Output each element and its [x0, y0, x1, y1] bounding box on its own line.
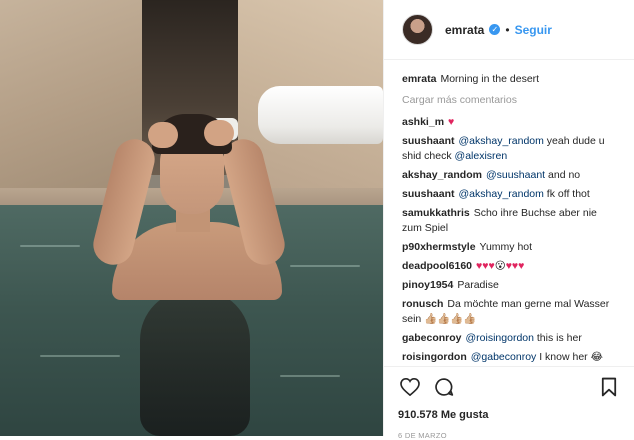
post-caption: emrata Morning in the desert [402, 72, 617, 87]
post-photo[interactable] [0, 0, 383, 436]
comment-text: Yummy hot [479, 241, 533, 253]
comment-username[interactable]: deadpool6160 [402, 260, 472, 272]
comment-text: 😮 [494, 260, 506, 272]
comment-text: and no [545, 169, 581, 181]
comment-container: ashki_m ♥ suushaant @akshay_random yeah dud… [402, 115, 617, 365]
comment-row: roisingordon @gabeconroy I know her 😂 [402, 350, 617, 365]
comment-mention-link[interactable]: @akshay_random [459, 135, 544, 147]
load-more-comments-button[interactable]: Cargar más comentarios [402, 93, 617, 108]
comment-username[interactable]: suushaant [402, 135, 455, 147]
photo-hand-left [148, 122, 178, 148]
comment-heart-emoji: ♥♥♥ [505, 260, 525, 272]
comment-button[interactable] [432, 375, 456, 399]
comment-username[interactable]: roisingordon [402, 351, 467, 363]
comment-row: deadpool6160 ♥♥♥😮♥♥♥ [402, 259, 617, 274]
comment-heart-emoji: ♥ [448, 116, 455, 128]
photo-ripple [280, 375, 340, 377]
comment-text: Paradise [457, 279, 499, 291]
action-icons-row [398, 375, 621, 399]
photo-ripple [20, 245, 80, 247]
comment-username[interactable]: gabeconroy [402, 332, 462, 344]
like-button[interactable] [398, 375, 422, 399]
caption-text: Morning in the desert [440, 73, 540, 85]
comment-mention-link[interactable]: @roisingordon [466, 332, 534, 344]
comment-mention-link[interactable]: @alexisren [455, 150, 508, 162]
comment-username[interactable]: p90xhermstyle [402, 241, 476, 253]
comment-row: akshay_random @suushaant and no [402, 168, 617, 183]
comment-text: this is her [533, 332, 582, 344]
header-separator: • [505, 22, 510, 37]
avatar[interactable] [402, 14, 433, 45]
comment-row: samukkathris Scho ihre Buchse aber nie zu… [402, 206, 617, 236]
comment-row: p90xhermstyle Yummy hot [402, 240, 617, 255]
likes-count: 910.578 [398, 409, 438, 421]
comment-username[interactable]: samukkathris [402, 207, 470, 219]
comment-icon [435, 378, 454, 396]
comment-username[interactable]: pinoy1954 [402, 279, 453, 291]
comment-mention-link[interactable]: @akshay_random [459, 188, 544, 200]
comment-row: suushaant @akshay_random yeah dude u shid… [402, 134, 617, 164]
photo-hand-right [204, 120, 234, 146]
photo-ripple [290, 265, 360, 267]
photo-towel [258, 86, 383, 144]
follow-button[interactable]: Seguir [515, 23, 552, 37]
photo-ripple [40, 355, 120, 357]
comment-username[interactable]: suushaant [402, 188, 455, 200]
comment-row: ronusch Da möchte man gerne mal Wasser se… [402, 297, 617, 327]
comment-mention-link[interactable]: @gabeconroy [471, 351, 537, 363]
save-button[interactable] [597, 375, 621, 399]
comment-username[interactable]: akshay_random [402, 169, 482, 181]
verified-badge-icon: ✓ [489, 24, 501, 35]
comment-row: suushaant @akshay_random fk off thot [402, 187, 617, 202]
instagram-post: emrata ✓ • Seguir emrata Morning in the d… [0, 0, 634, 440]
comment-username[interactable]: ashki_m [402, 116, 444, 128]
photo-reflection [140, 290, 250, 436]
comment-row: ashki_m ♥ [402, 115, 617, 130]
post-actions: 910.578 Me gusta 6 DE MARZO [384, 366, 634, 440]
comment-mention-link[interactable]: @suushaant [486, 169, 545, 181]
heart-icon [400, 378, 420, 396]
comment-text: I know her 😂 [536, 351, 603, 363]
post-header: emrata ✓ • Seguir [384, 0, 634, 60]
likes-label: Me gusta [440, 409, 489, 421]
comment-heart-emoji: ♥♥♥ [476, 260, 495, 272]
comment-username[interactable]: ronusch [402, 298, 443, 310]
comment-row: pinoy1954 Paradise [402, 278, 617, 293]
likes-summary[interactable]: 910.578 Me gusta [398, 409, 621, 421]
post-side-panel: emrata ✓ • Seguir emrata Morning in the d… [383, 0, 634, 440]
comment-row: gabeconroy @roisingordon this is her [402, 331, 617, 346]
comments-list[interactable]: emrata Morning in the desert Cargar más c… [384, 60, 634, 366]
header-username[interactable]: emrata [445, 23, 484, 37]
bookmark-icon [601, 377, 617, 397]
caption-username[interactable]: emrata [402, 73, 436, 85]
comment-text: fk off thot [543, 188, 590, 200]
